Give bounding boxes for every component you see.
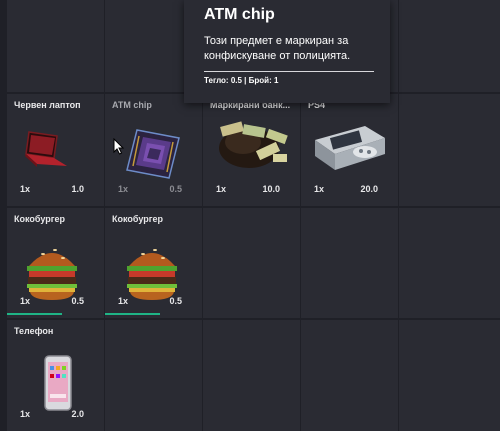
mouse-cursor-icon: [113, 138, 125, 155]
inventory-slot-empty[interactable]: [399, 320, 500, 431]
phone-icon: [44, 355, 72, 411]
inventory-slot[interactable]: Кокобургер 1x 0.5: [105, 208, 202, 318]
inventory-slot[interactable]: Червен лаптоп 1x 1.0: [7, 94, 104, 206]
item-weight: 1.0: [71, 184, 84, 194]
burger-icon: [127, 249, 177, 300]
inventory-slot-empty[interactable]: [399, 208, 500, 318]
item-name: Кокобургер: [112, 214, 163, 224]
item-count: 1x: [118, 296, 129, 306]
inventory-slot-empty[interactable]: [399, 0, 500, 92]
item-weight: 10.0: [262, 184, 280, 194]
inventory-slot[interactable]: Телефон 1x 2.0: [7, 320, 104, 431]
inventory-slot-empty[interactable]: [301, 208, 398, 318]
item-weight: 20.0: [360, 184, 378, 194]
item-name: Червен лаптоп: [14, 100, 81, 110]
inventory-slot[interactable]: Кокобургер 1x 0.5: [7, 208, 104, 318]
tooltip-meta: Тегло: 0.5 | Брой: 1: [204, 76, 279, 85]
tooltip-divider: [204, 71, 374, 72]
tooltip-description: Този предмет е маркиран за конфискуване …: [204, 35, 351, 62]
inventory-slot-empty[interactable]: [7, 0, 104, 92]
item-count: 1x: [20, 409, 31, 419]
item-count: 1x: [216, 184, 227, 194]
item-count: 1x: [314, 184, 325, 194]
durability-bar: [7, 313, 63, 315]
inventory-slot-empty[interactable]: [301, 320, 398, 431]
red-laptop-icon: [25, 131, 67, 167]
inventory-slot-empty[interactable]: [203, 208, 300, 318]
durability-bar: [105, 313, 161, 315]
inventory-slot[interactable]: Маркирани банк... 1x 10.0: [203, 94, 300, 206]
inventory-slot[interactable]: PS4 1x 20.0: [301, 94, 398, 206]
item-name: Телефон: [14, 326, 54, 336]
item-weight: 2.0: [71, 409, 84, 419]
inventory-slot-empty[interactable]: [105, 320, 202, 431]
burger-icon: [27, 249, 77, 300]
item-name: Кокобургер: [14, 214, 65, 224]
marked-money-bag-icon: [219, 121, 288, 168]
inventory-slot-empty[interactable]: [399, 94, 500, 206]
item-count: 1x: [118, 184, 129, 194]
item-name: ATM chip: [112, 100, 152, 110]
ps4-console-icon: [315, 126, 385, 170]
tooltip-title: ATM chip: [204, 6, 275, 23]
item-count: 1x: [20, 184, 31, 194]
item-weight: 0.5: [169, 296, 182, 306]
inventory-slot-empty[interactable]: [203, 320, 300, 431]
atm-chip-icon: [126, 129, 180, 179]
item-weight: 0.5: [169, 184, 182, 194]
item-weight: 0.5: [71, 296, 84, 306]
item-count: 1x: [20, 296, 31, 306]
item-tooltip: ATM chip Този предмет е маркиран за конф…: [184, 0, 390, 103]
